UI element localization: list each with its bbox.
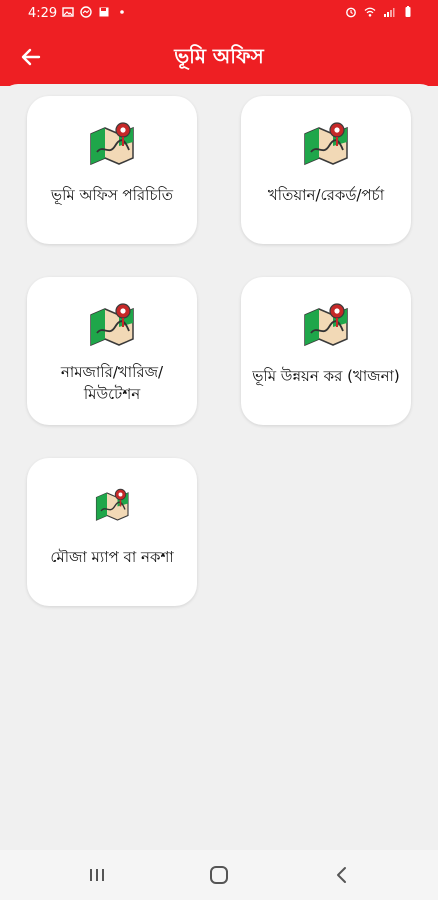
menu-card-label: মৌজা ম্যাপ বা নকশা — [50, 548, 174, 566]
menu-card-mutation[interactable]: নামজারি/খারিজ/ মিউটেশন — [27, 277, 197, 425]
map-pin-icon — [89, 303, 137, 347]
battery-icon — [405, 6, 411, 17]
map-pin-icon — [303, 303, 351, 347]
app-bar: ভূমি অফিস — [0, 28, 438, 86]
menu-card-label-line: নামজারি/খারিজ/ — [60, 363, 164, 381]
save-icon — [99, 7, 109, 17]
map-pin-icon — [89, 122, 137, 166]
menu-card-khatian-record[interactable]: খতিয়ান/রেকর্ড/পর্চা — [241, 96, 411, 244]
menu-card-label: ভূমি উন্নয়ন কর (খাজনা) — [252, 367, 400, 385]
home-icon[interactable] — [206, 863, 232, 887]
menu-card-label: খতিয়ান/রেকর্ড/পর্চা — [267, 186, 385, 204]
menu-card-land-tax[interactable]: ভূমি উন্নয়ন কর (খাজনা) — [241, 277, 411, 425]
map-pin-icon — [95, 488, 131, 522]
back-icon[interactable] — [329, 863, 355, 887]
status-right-icons — [345, 6, 414, 18]
menu-card-label-line: মিউটেশন — [83, 385, 141, 403]
status-left-icons — [62, 6, 128, 18]
status-time: 4:29 — [28, 6, 58, 21]
system-nav-bar — [0, 850, 438, 900]
status-bar: 4:29 — [0, 0, 438, 28]
menu-card-label: নামজারি/খারিজ/ মিউটেশন — [33, 361, 191, 405]
dot-icon — [120, 10, 124, 14]
menu-card-label: ভূমি অফিস পরিচিতি — [50, 186, 174, 204]
image-icon — [62, 7, 74, 17]
menu-grid: ভূমি অফিস পরিচিতি খতিয়ান/রেকর্ড/পর্চা ন… — [0, 84, 438, 850]
menu-card-land-office-info[interactable]: ভূমি অফিস পরিচিতি — [27, 96, 197, 244]
messenger-icon — [80, 6, 92, 18]
wifi-icon — [364, 7, 376, 17]
signal-icon — [384, 8, 395, 17]
menu-card-mouza-map[interactable]: মৌজা ম্যাপ বা নকশা — [27, 458, 197, 606]
recents-icon[interactable] — [84, 863, 110, 887]
map-pin-icon — [303, 122, 351, 166]
page-title: ভূমি অফিস — [174, 44, 264, 68]
alarm-icon — [346, 7, 356, 18]
